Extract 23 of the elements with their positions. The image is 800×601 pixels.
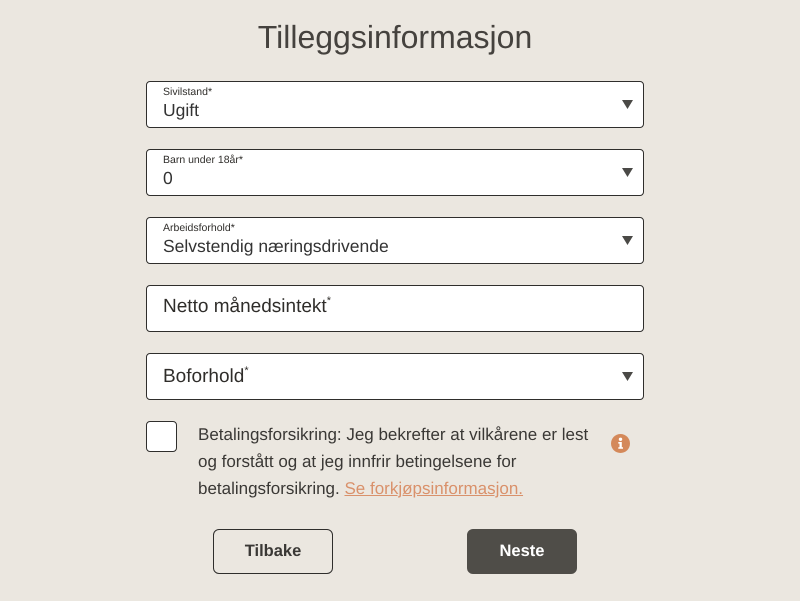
- caret-icon: [622, 372, 633, 381]
- caret-icon: [622, 168, 633, 177]
- field-label: Sivilstand*: [163, 86, 212, 99]
- field-label: Barn under 18år*: [163, 154, 243, 167]
- page-title: Tilleggsinformasjon: [256, 18, 534, 57]
- field-value: Ugift: [163, 99, 199, 121]
- dropdown-field[interactable]: Arbeidsforhold* Selvstendig næringsdrivende: [146, 217, 644, 264]
- consent-text: Betalingsforsikring: Jeg bekrefter at vilkårene er lest og forstått og at jeg innfrir betingelsene for betalingsforsikring. Se forkjøpsinformasjon.: [198, 424, 590, 500]
- checkbox[interactable]: [146, 421, 177, 452]
- field-label: Netto månedsintekt$^{*}$: [163, 295, 331, 319]
- dropdown-field[interactable]: Boforhold$^{*}$: [146, 353, 644, 400]
- info-icon: [611, 434, 630, 453]
- next-button[interactable]: Neste: [467, 529, 577, 574]
- field-label: Arbeidsforhold*: [163, 222, 235, 235]
- input-field[interactable]: Netto månedsintekt$^{*}$: [146, 285, 644, 332]
- back-button[interactable]: Tilbake: [213, 529, 333, 574]
- field-value: 0: [163, 167, 173, 189]
- dropdown-field[interactable]: Barn under 18år* 0: [146, 149, 644, 196]
- field-label: Boforhold$^{*}$: [163, 364, 249, 388]
- caret-icon: [622, 236, 633, 245]
- caret-icon: [622, 100, 633, 109]
- field-value: Selvstendig næringsdrivende: [163, 235, 389, 257]
- dropdown-field[interactable]: Sivilstand* Ugift: [146, 81, 644, 128]
